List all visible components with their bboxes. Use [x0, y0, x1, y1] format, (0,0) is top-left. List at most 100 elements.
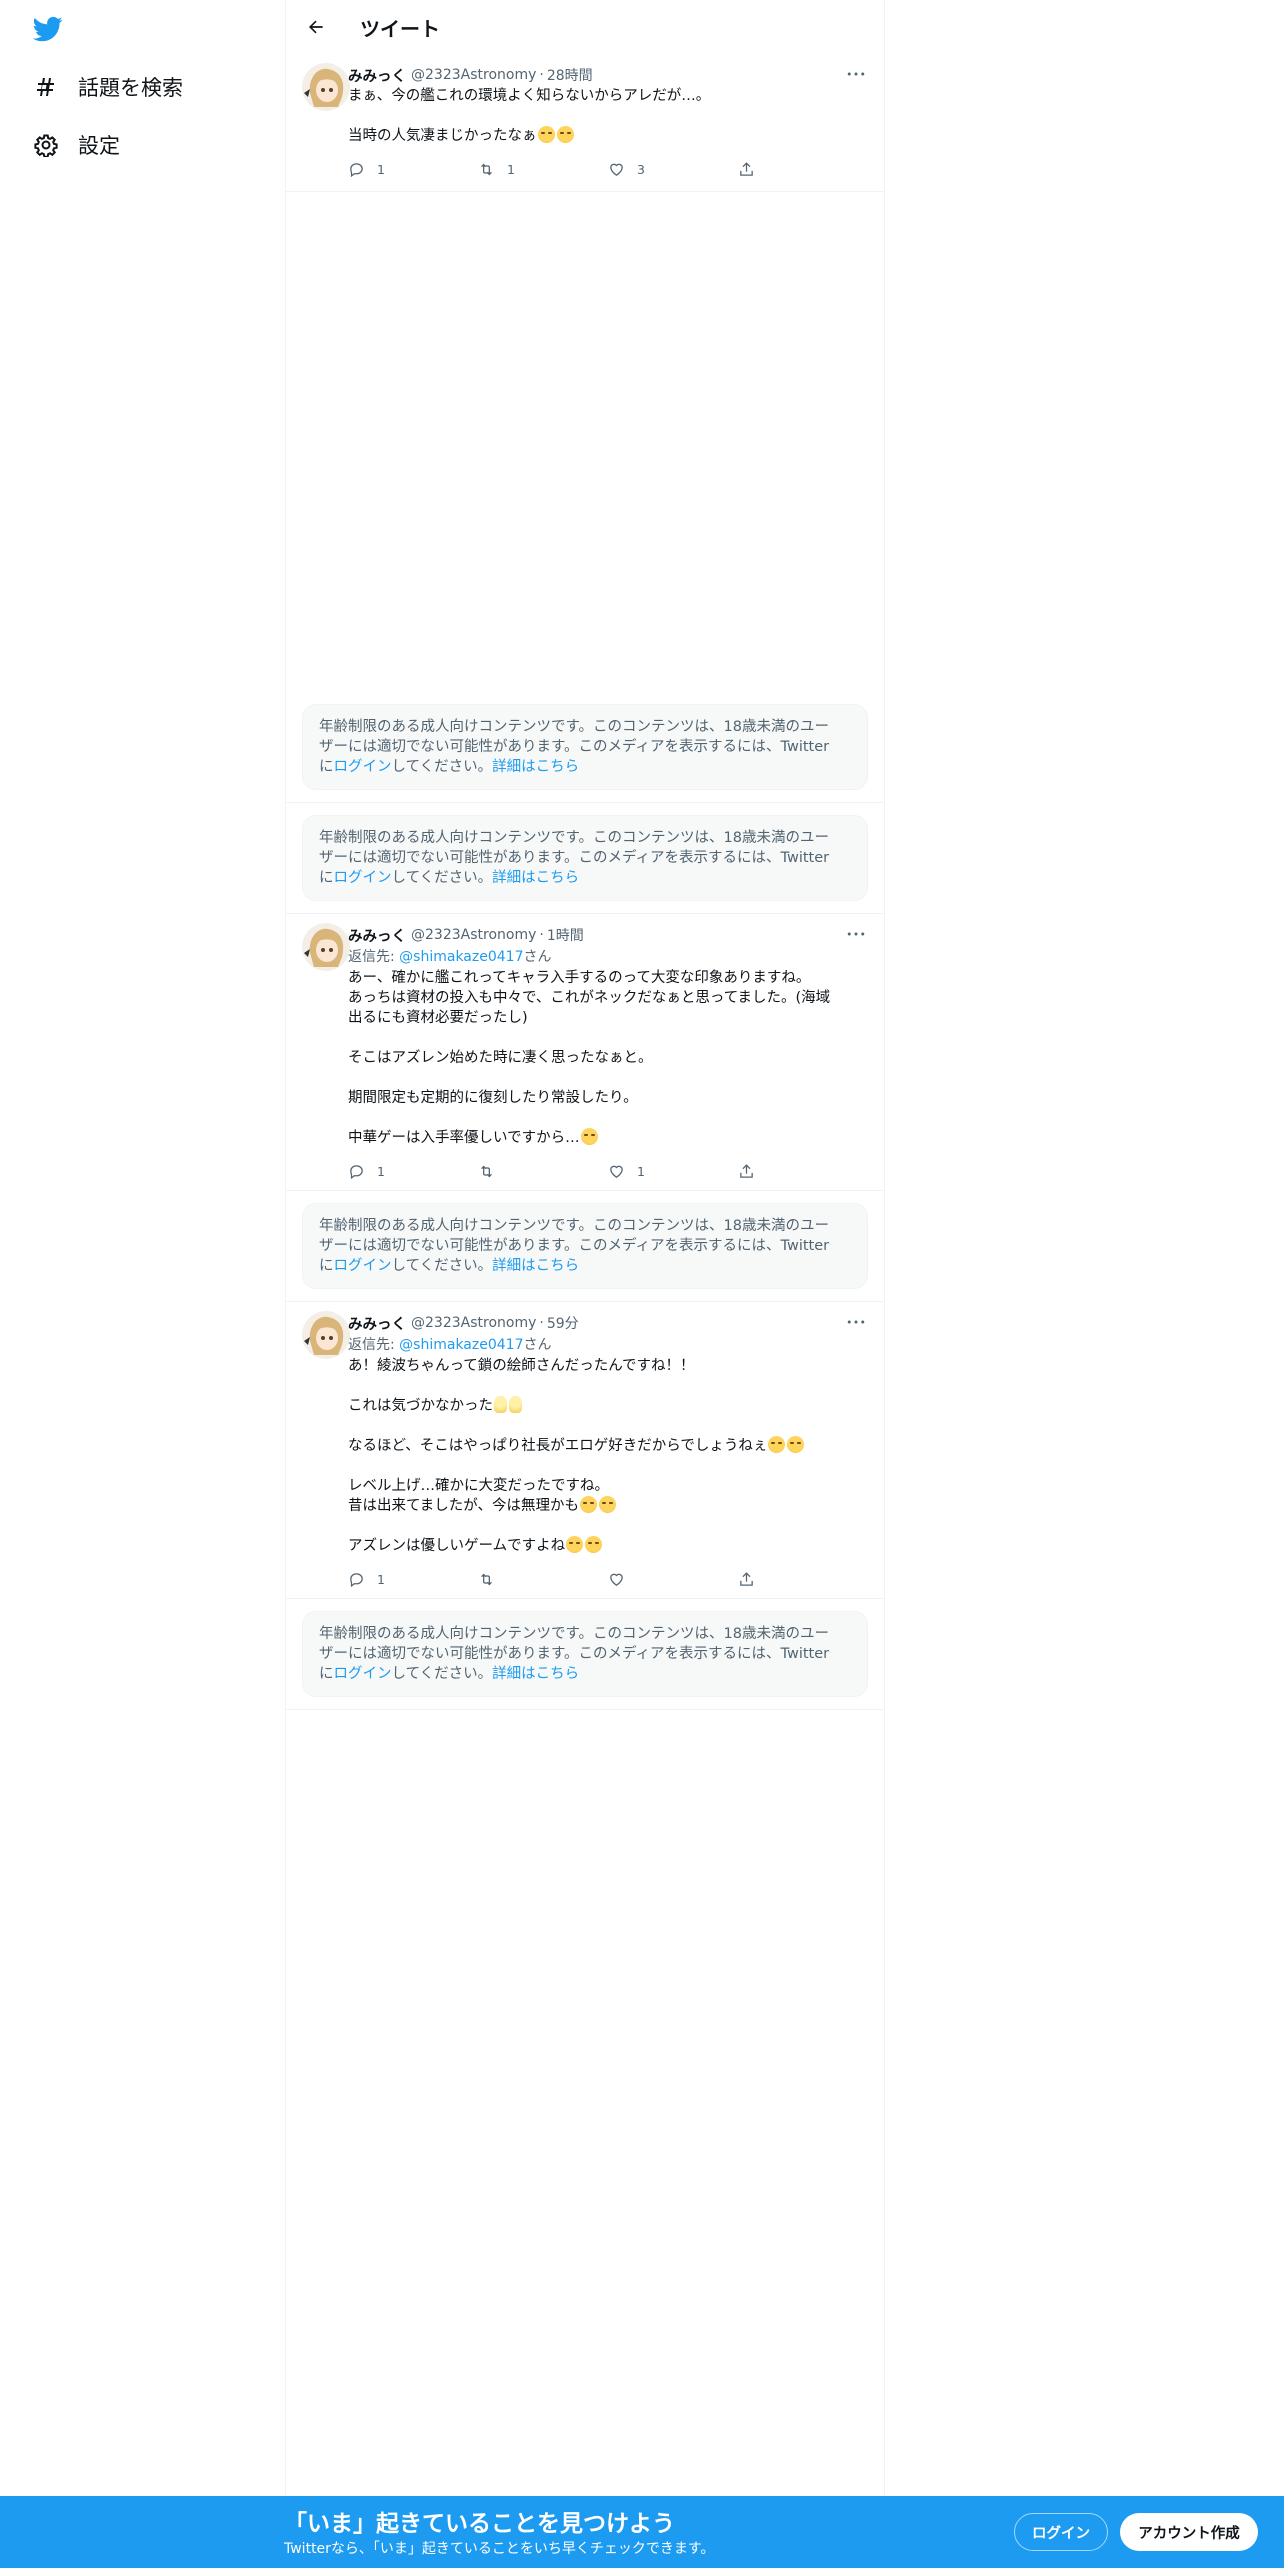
sensitive-media-notice: 年齢制限のある成人向けコンテンツです。このコンテンツは、18歳未満のユー ザーに… — [302, 1203, 868, 1289]
retweet-button[interactable]: 1 — [478, 161, 608, 178]
banner-subtitle: Twitterなら、「いま」起きていることをいち早くチェックできます。 — [284, 2541, 715, 2557]
tweet-time[interactable]: 59分 — [547, 1313, 579, 1333]
sensitive-media-notice: 年齢制限のある成人向けコンテンツです。このコンテンツは、18歳未満のユー ザーに… — [302, 1611, 868, 1697]
sidebar-item-label: 設定 — [78, 134, 120, 158]
notice-text: ザーには適切でない可能性があります。このメディアを表示するには、Twitter — [319, 739, 830, 755]
sweat-smile-emoji — [598, 1496, 616, 1513]
tweet-line: 中華ゲーは入手率優しいですから… — [348, 1130, 580, 1146]
avatar[interactable] — [302, 1311, 350, 1359]
sidebar-item-settings[interactable]: 設定 — [30, 123, 120, 167]
tweet-time[interactable]: 28時間 — [547, 65, 593, 85]
learn-more-link[interactable]: 詳細はこちら — [492, 1666, 579, 1682]
author-name[interactable]: みみっく — [348, 925, 406, 946]
reply-button[interactable]: 1 — [348, 1163, 478, 1180]
login-link[interactable]: ログイン — [334, 1666, 392, 1682]
tweet-text: あー、確かに艦これってキャラ入手するのって大変な印象ありますね。 あっちは資材の… — [348, 968, 868, 1148]
tweet-header: みみっく @2323Astronomy · 28時間 — [348, 64, 868, 86]
reply-icon — [350, 162, 363, 177]
more-options-icon[interactable] — [844, 1312, 868, 1332]
tweet-actions: 1 1 — [348, 1152, 868, 1190]
author-name[interactable]: みみっく — [348, 1313, 406, 1334]
learn-more-link[interactable]: 詳細はこちら — [492, 870, 579, 886]
gear-icon — [30, 129, 62, 161]
reply-prefix: 返信先: — [348, 1337, 400, 1353]
tweet-text: あ！綾波ちゃんって鎖の絵師さんだったんですね！！ これは気づかなかった なるほど… — [348, 1356, 868, 1556]
reply-icon — [350, 1572, 363, 1587]
retweet-icon — [481, 1573, 492, 1585]
retweet-icon — [481, 163, 492, 175]
sensitive-media-row: 年齢制限のある成人向けコンテンツです。このコンテンツは、18歳未満のユー ザーに… — [286, 803, 884, 914]
relieved-face-emoji — [787, 1436, 805, 1453]
reply-to: 返信先: @shimakaze0417さん — [348, 1334, 868, 1356]
notice-text: ザーには適切でない可能性があります。このメディアを表示するには、Twitter — [319, 1238, 830, 1254]
twitter-bird-icon[interactable] — [31, 14, 65, 44]
tweet-line: 期間限定も定期的に復刻したり常設したり。 — [348, 1090, 638, 1106]
login-link[interactable]: ログイン — [334, 1258, 392, 1274]
learn-more-link[interactable]: 詳細はこちら — [492, 759, 579, 775]
tweet-line: これは気づかなかった — [348, 1398, 493, 1414]
tweet-line: レベル上げ…確かに大変だったですね。 — [348, 1478, 609, 1494]
relieved-face-emoji — [537, 126, 555, 143]
sensitive-media-row: 年齢制限のある成人向けコンテンツです。このコンテンツは、18歳未満のユー ザーに… — [286, 692, 884, 803]
share-icon — [740, 1571, 753, 1586]
mention-link[interactable]: @shimakaze0417 — [399, 1337, 523, 1353]
retweet-button[interactable] — [478, 1163, 608, 1180]
retweet-count: 1 — [507, 161, 515, 177]
arrow-left-icon[interactable] — [298, 9, 334, 45]
notice-text: に — [319, 870, 334, 886]
like-button[interactable] — [608, 1571, 738, 1588]
share-button[interactable] — [738, 1163, 868, 1180]
tweet[interactable]: みみっく @2323Astronomy · 1時間 返信先: @shimakaz… — [286, 914, 884, 1191]
heart-icon — [610, 163, 623, 176]
notice-text: ザーには適切でない可能性があります。このメディアを表示するには、Twitter — [319, 850, 830, 866]
notice-text: ザーには適切でない可能性があります。このメディアを表示するには、Twitter — [319, 1646, 830, 1662]
notice-text: に — [319, 759, 334, 775]
tweet-line: 当時の人気凄まじかったなぁ — [348, 128, 537, 144]
sidebar-item-explore[interactable]: 話題を検索 — [30, 65, 183, 109]
signup-button[interactable]: アカウント作成 — [1120, 2513, 1258, 2551]
separator-dot: · — [539, 67, 544, 83]
like-button[interactable]: 3 — [608, 161, 738, 178]
more-options-icon[interactable] — [844, 924, 868, 944]
banner-title: 「いま」起きていることを見つけよう — [284, 2511, 675, 2537]
notice-text: 年齢制限のある成人向けコンテンツです。このコンテンツは、18歳未満のユー — [319, 830, 829, 846]
avatar[interactable] — [302, 63, 350, 111]
tweet-line: あー、確かに艦これってキャラ入手するのって大変な印象ありますね。 — [348, 970, 811, 986]
login-button[interactable]: ログイン — [1014, 2513, 1108, 2551]
tweet[interactable]: みみっく @2323Astronomy · 28時間 まぁ、今の艦これの環境よく… — [286, 54, 884, 192]
mention-link[interactable]: @shimakaze0417 — [399, 949, 523, 965]
tweet-time[interactable]: 1時間 — [547, 925, 584, 945]
separator-dot: · — [539, 927, 544, 943]
heart-icon — [610, 1573, 623, 1586]
author-name[interactable]: みみっく — [348, 65, 406, 86]
login-link[interactable]: ログイン — [334, 870, 392, 886]
relieved-face-emoji — [556, 126, 574, 143]
avatar[interactable] — [302, 923, 350, 971]
author-handle[interactable]: @2323Astronomy — [411, 1315, 536, 1331]
relieved-face-emoji — [580, 1128, 598, 1145]
retweet-icon — [481, 1165, 492, 1177]
tweet-line: なるほど、そこはやっぱり社長がエロゲ好きだからでしょうねぇ — [348, 1438, 768, 1454]
share-button[interactable] — [738, 1571, 868, 1588]
notice-text: に — [319, 1666, 334, 1682]
tweet[interactable]: みみっく @2323Astronomy · 59分 返信先: @shimakaz… — [286, 1302, 884, 1599]
retweet-button[interactable] — [478, 1571, 608, 1588]
author-handle[interactable]: @2323Astronomy — [411, 67, 536, 83]
like-button[interactable]: 1 — [608, 1163, 738, 1180]
reply-count: 1 — [377, 1163, 385, 1179]
heart-icon — [610, 1165, 623, 1178]
like-count: 1 — [637, 1163, 645, 1179]
reply-button[interactable]: 1 — [348, 1571, 478, 1588]
learn-more-link[interactable]: 詳細はこちら — [492, 1258, 579, 1274]
reply-suffix: さん — [523, 1337, 552, 1353]
reply-button[interactable]: 1 — [348, 161, 478, 178]
tweet-line: アズレンは優しいゲームですよね — [348, 1538, 566, 1554]
share-button[interactable] — [738, 161, 868, 178]
author-handle[interactable]: @2323Astronomy — [411, 927, 536, 943]
more-options-icon[interactable] — [844, 64, 868, 84]
sensitive-media-notice: 年齢制限のある成人向けコンテンツです。このコンテンツは、18歳未満のユー ザーに… — [302, 704, 868, 790]
reply-to: 返信先: @shimakaze0417さん — [348, 946, 868, 968]
login-link[interactable]: ログイン — [334, 759, 392, 775]
tweet-header: みみっく @2323Astronomy · 1時間 — [348, 924, 868, 946]
tweet-text: まぁ、今の艦これの環境よく知らないからアレだが…。 当時の人気凄まじかったなぁ — [348, 86, 868, 146]
